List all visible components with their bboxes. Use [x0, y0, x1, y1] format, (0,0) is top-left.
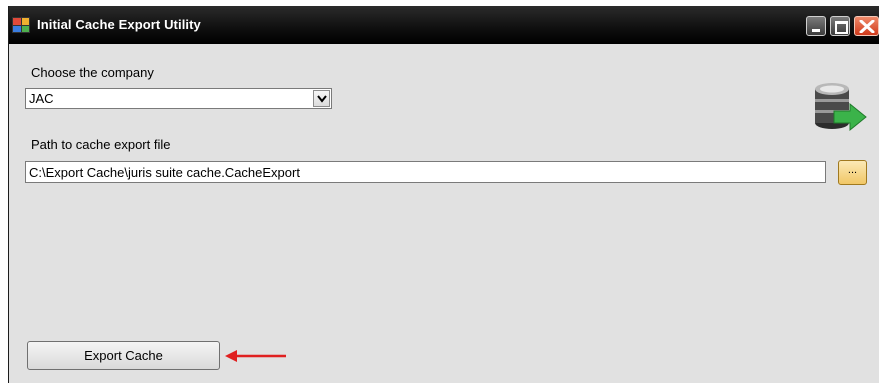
path-label: Path to cache export file [31, 137, 171, 152]
path-input[interactable]: C:\Export Cache\juris suite cache.CacheE… [25, 161, 826, 183]
close-button[interactable] [854, 16, 879, 36]
dropdown-button[interactable] [313, 90, 330, 107]
maximize-button[interactable] [830, 16, 850, 36]
minimize-button[interactable] [806, 16, 826, 36]
main-window: Initial Cache Export Utility Choose the … [9, 6, 879, 383]
database-export-icon [815, 83, 867, 132]
window-title: Initial Cache Export Utility [37, 17, 201, 32]
company-dropdown[interactable]: JAC [25, 88, 332, 109]
red-arrow-icon [225, 350, 286, 362]
title-bar[interactable]: Initial Cache Export Utility [9, 6, 879, 44]
app-grid-icon [12, 17, 30, 33]
company-selected-value: JAC [29, 91, 54, 106]
close-icon [859, 20, 875, 33]
chevron-down-icon [317, 95, 327, 103]
browse-button[interactable]: ... [838, 160, 867, 185]
export-cache-button[interactable]: Export Cache [27, 341, 220, 370]
path-value: C:\Export Cache\juris suite cache.CacheE… [29, 165, 300, 180]
company-label: Choose the company [31, 65, 154, 80]
